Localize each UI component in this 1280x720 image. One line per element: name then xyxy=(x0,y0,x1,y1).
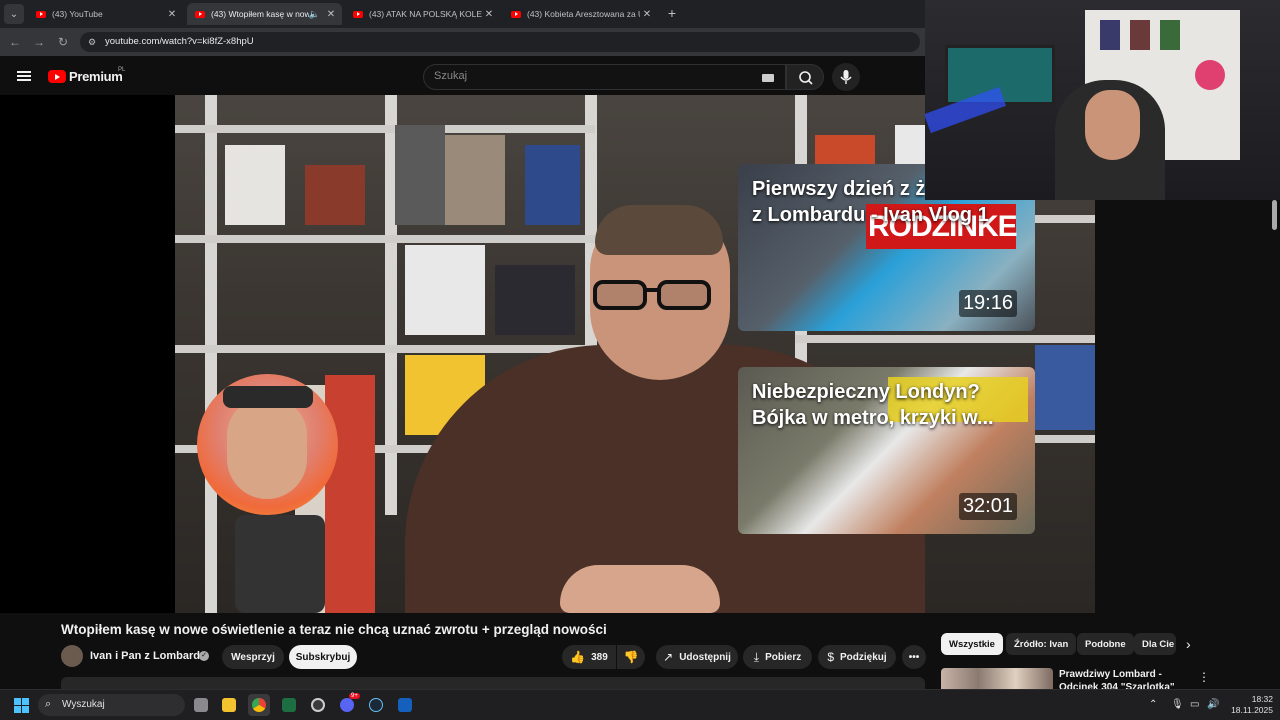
endcard-duration: 32:01 xyxy=(958,493,1017,520)
verified-icon: ✓ xyxy=(199,651,209,661)
windows-taskbar: ⌕ Wyszukaj 9+ ⌃ 🎙 ▭ 🔊 18:32 18.11.2025 xyxy=(0,689,1280,720)
tab-title: (43) Kobieta Aresztowana za Ug xyxy=(527,9,640,19)
speaker-icon[interactable]: 🔈 xyxy=(309,9,320,20)
close-tab-icon[interactable]: ✕ xyxy=(324,9,338,20)
chevron-up-icon[interactable]: ⌃ xyxy=(1149,699,1157,710)
dislike-button[interactable]: 👎 xyxy=(617,645,645,669)
task-view-icon[interactable] xyxy=(190,694,212,716)
browser-tab-active[interactable]: (43) Wtopiłem kasę w nowe 🔈 ✕ xyxy=(187,3,342,25)
youtube-header: Premium PL xyxy=(0,58,925,95)
related-video-thumbnail[interactable] xyxy=(941,668,1053,690)
network-icon[interactable]: ▭ xyxy=(1190,699,1199,710)
address-bar[interactable]: ⚙ youtube.com/watch?v=ki8fZ-x8hpU xyxy=(80,32,920,52)
more-vert-icon[interactable]: ⋮ xyxy=(1198,670,1210,684)
search-input[interactable] xyxy=(434,70,734,82)
browser-tab[interactable]: (43) ATAK NA POLSKĄ KOLEJ - I ✕ xyxy=(345,3,500,25)
file-explorer-icon[interactable] xyxy=(218,694,240,716)
chip-from-channel[interactable]: Źródło: Ivan xyxy=(1006,633,1077,655)
youtube-logo[interactable]: Premium xyxy=(48,69,123,84)
discord-icon[interactable]: 9+ xyxy=(336,693,360,716)
endscreen-video-card[interactable]: Niebezpieczny Londyn? Bójka w metro, krz… xyxy=(738,367,1035,534)
channel-name[interactable]: Ivan i Pan z Lombardu xyxy=(90,650,207,662)
channel-avatar[interactable] xyxy=(61,645,83,667)
microphone-icon xyxy=(840,70,852,84)
share-button[interactable]: ↗ Udostępnij xyxy=(656,645,738,669)
url-text[interactable]: youtube.com/watch?v=ki8fZ-x8hpU xyxy=(105,36,254,47)
notification-badge: 9+ xyxy=(349,693,360,699)
close-tab-icon[interactable]: ✕ xyxy=(640,9,654,20)
subscribe-button[interactable]: Subskrybuj xyxy=(289,645,357,669)
windows-start-icon[interactable] xyxy=(14,698,29,713)
keyboard-icon[interactable] xyxy=(762,74,774,82)
app-icon[interactable] xyxy=(394,694,416,716)
search-icon: ⌕ xyxy=(45,698,52,710)
join-button[interactable]: Wesprzyj xyxy=(222,645,284,669)
tab-title: (43) YouTube xyxy=(52,9,103,19)
youtube-favicon-icon xyxy=(36,10,46,18)
more-actions-button[interactable]: ••• xyxy=(902,645,926,669)
excel-icon[interactable] xyxy=(278,694,300,716)
chevron-right-icon[interactable]: › xyxy=(1186,636,1191,652)
tab-title: (43) ATAK NA POLSKĄ KOLEJ - I xyxy=(369,9,482,19)
like-button[interactable]: 👍 389 xyxy=(562,645,616,669)
thanks-icon: $ xyxy=(827,650,834,664)
thumbs-up-icon: 👍 xyxy=(570,650,586,664)
close-tab-icon[interactable]: ✕ xyxy=(482,9,496,20)
chip-all[interactable]: Wszystkie xyxy=(941,633,1003,655)
tab-title: (43) Wtopiłem kasę w nowe xyxy=(211,9,309,19)
webcam-overlay xyxy=(925,0,1280,200)
download-button[interactable]: ⤓ Pobierz xyxy=(743,645,812,669)
browser-tab[interactable]: (43) YouTube ✕ xyxy=(28,3,183,25)
new-tab-button[interactable]: + xyxy=(664,5,680,21)
scrollbar[interactable] xyxy=(1272,200,1277,230)
more-icon: ••• xyxy=(908,651,920,663)
clock-time: 18:32 xyxy=(1251,694,1273,704)
site-info-icon[interactable]: ⚙ xyxy=(86,36,98,48)
obs-icon[interactable] xyxy=(307,694,329,716)
youtube-favicon-icon xyxy=(511,10,521,18)
video-title: Wtopiłem kasę w nowe oświetlenie a teraz… xyxy=(61,622,607,637)
clock-date: 18.11.2025 xyxy=(1231,705,1273,715)
thanks-button[interactable]: $ Podziękuj xyxy=(818,645,896,669)
search-button[interactable] xyxy=(786,64,824,90)
steam-icon[interactable] xyxy=(365,694,387,716)
browser-toolbar: ← → ↻ ⚙ youtube.com/watch?v=ki8fZ-x8hpU xyxy=(0,28,925,56)
endcard-duration: 19:16 xyxy=(958,290,1017,317)
taskbar-search[interactable]: ⌕ Wyszukaj xyxy=(38,694,185,716)
search-icon xyxy=(799,71,813,85)
channel-endscreen-avatar[interactable] xyxy=(197,374,338,515)
chrome-icon[interactable] xyxy=(248,694,270,716)
like-count: 389 xyxy=(591,651,608,663)
description-box[interactable] xyxy=(61,677,925,689)
close-tab-icon[interactable]: ✕ xyxy=(165,9,179,20)
browser-tab[interactable]: (43) Kobieta Aresztowana za Ug ✕ xyxy=(503,3,658,25)
taskbar-search-label: Wyszukaj xyxy=(62,699,105,710)
forward-arrow-icon[interactable]: → xyxy=(31,34,47,50)
back-arrow-icon[interactable]: ← xyxy=(7,34,23,50)
youtube-logo-icon xyxy=(48,70,66,83)
thumbs-down-icon: 👎 xyxy=(623,650,639,664)
download-icon: ⤓ xyxy=(753,649,760,664)
logo-text: Premium xyxy=(69,69,123,84)
glasses xyxy=(593,280,711,310)
voice-search-button[interactable] xyxy=(832,63,860,91)
share-icon: ↗ xyxy=(663,650,674,664)
logo-country-code: PL xyxy=(118,67,126,73)
tab-search-button[interactable]: ⌄ xyxy=(4,4,24,24)
search-box[interactable] xyxy=(423,64,786,90)
menu-icon[interactable] xyxy=(17,71,31,81)
taskbar-clock[interactable]: 18:32 18.11.2025 xyxy=(1228,694,1273,716)
chip-related[interactable]: Podobne xyxy=(1077,633,1134,655)
browser-tab-strip: ⌄ (43) YouTube ✕ (43) Wtopiłem kasę w no… xyxy=(0,0,925,28)
youtube-favicon-icon xyxy=(353,10,363,18)
youtube-favicon-icon xyxy=(195,10,205,18)
microphone-icon[interactable]: 🎙 xyxy=(1171,699,1184,710)
chip-for-you[interactable]: Dla Cie xyxy=(1134,633,1176,655)
volume-icon[interactable]: 🔊 xyxy=(1207,699,1219,710)
reload-icon[interactable]: ↻ xyxy=(55,34,71,50)
endcard-title: Niebezpieczny Londyn? Bójka w metro, krz… xyxy=(752,381,994,429)
